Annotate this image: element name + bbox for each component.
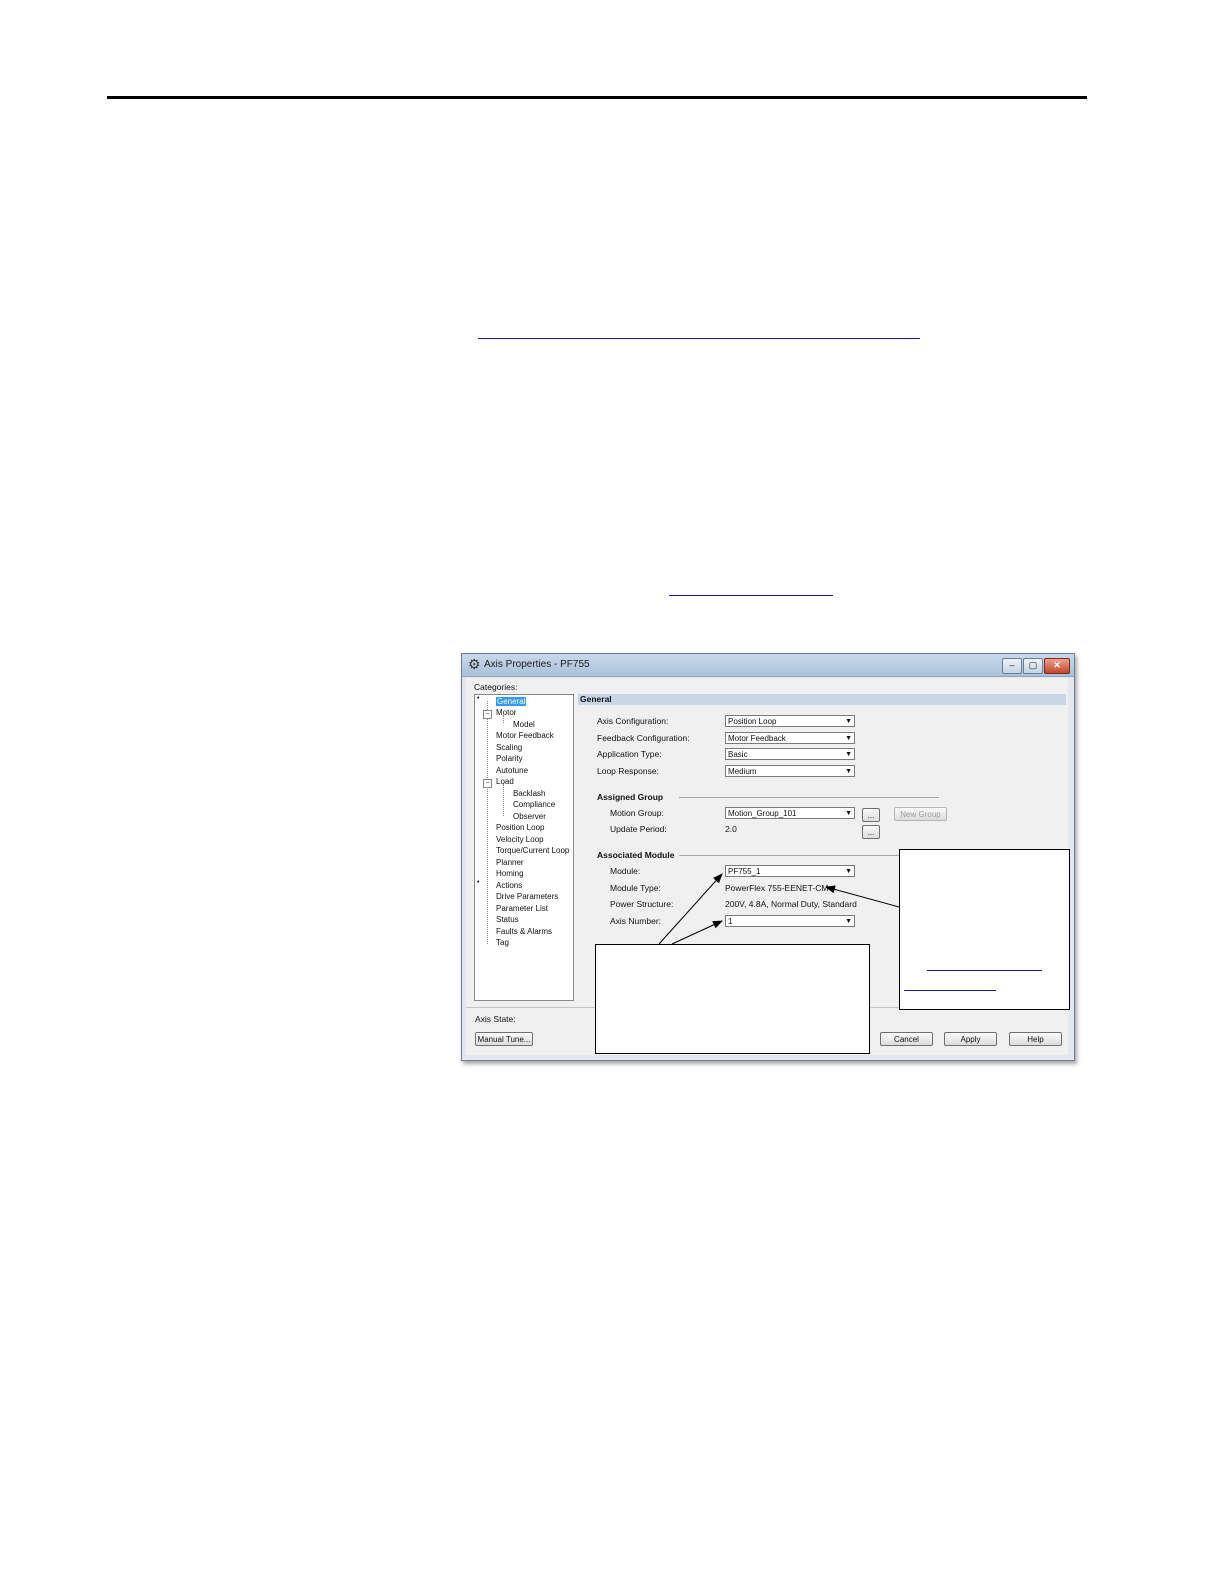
callout-arrows [658, 873, 900, 945]
arrow-to-module [658, 873, 723, 945]
arrow-to-module-type [825, 885, 900, 908]
arrow-to-axis-number [671, 920, 723, 945]
